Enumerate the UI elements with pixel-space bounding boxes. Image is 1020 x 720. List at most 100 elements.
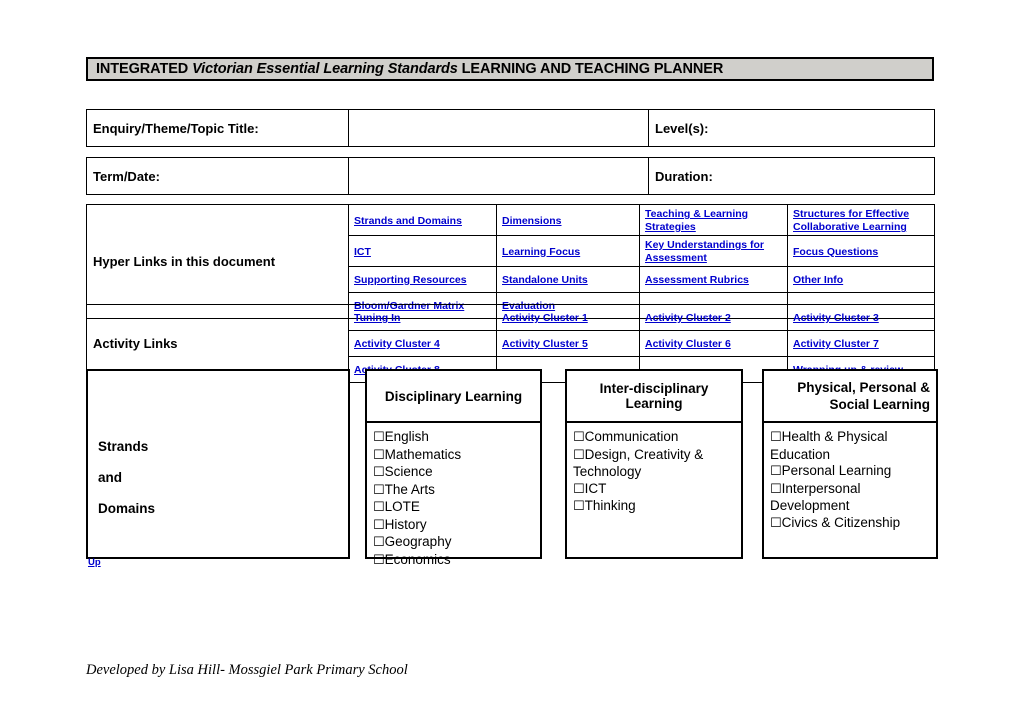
checkbox-icon[interactable]: ☐ [770,516,782,531]
link-activity-cluster-1[interactable]: Activity Cluster 1 [502,312,588,324]
link-cell[interactable]: Assessment Rubrics [639,266,788,293]
link-cell[interactable]: Focus Questions [787,235,935,267]
checkbox-icon[interactable]: ☐ [573,499,585,514]
checkbox-icon[interactable]: ☐ [373,483,385,498]
checkbox-label: Communication [584,429,679,444]
link-activity-cluster-6[interactable]: Activity Cluster 6 [645,338,731,350]
checkbox-item-english[interactable]: ☐English [373,429,540,447]
checkbox-icon[interactable]: ☐ [373,500,385,515]
link-supporting-resources[interactable]: Supporting Resources [354,274,467,286]
link-cell[interactable]: ICT [348,235,497,267]
link-cell[interactable]: Dimensions [496,204,640,236]
link-activity-cluster-4[interactable]: Activity Cluster 4 [354,338,440,350]
link-ict[interactable]: ICT [354,246,371,258]
link-cell[interactable]: Standalone Units [496,266,640,293]
checkbox-label: Civics & Citizenship [781,514,901,530]
link-cell[interactable]: Activity Cluster 6 [639,330,788,357]
link-key-understandings-assessment[interactable]: Key Understandings for Assessment [645,239,764,264]
link-cell[interactable]: Structures for Effective Collaborative L… [787,204,935,236]
checkbox-item-thinking[interactable]: ☐Thinking [573,498,741,516]
checkbox-icon[interactable]: ☐ [573,430,585,445]
physical-personal-social-learning-box: Physical, Personal & Social Learning ☐He… [762,369,938,559]
link-dimensions[interactable]: Dimensions [502,215,562,227]
checkbox-label: Design, Creativity & Technology [573,446,704,480]
link-activity-cluster-2[interactable]: Activity Cluster 2 [645,312,731,324]
link-cell[interactable]: Other Info [787,266,935,293]
checkbox-label: Thinking [584,498,636,513]
checkbox-item-interpersonal-development[interactable]: ☐Interpersonal Development [770,481,936,515]
link-standalone-units[interactable]: Standalone Units [502,274,588,286]
link-cell[interactable]: Activity Cluster 5 [496,330,640,357]
checkbox-icon[interactable]: ☐ [373,535,385,550]
checkbox-item-geography[interactable]: ☐Geography [373,534,540,552]
checkbox-icon[interactable]: ☐ [373,553,385,568]
checkbox-item-economics[interactable]: ☐Economics [373,552,540,570]
enquiry-title-field[interactable] [348,109,649,147]
checkbox-item-ict[interactable]: ☐ICT [573,481,741,499]
link-cell[interactable]: Activity Cluster 4 [348,330,497,357]
checkbox-item-design-creativity-technology[interactable]: ☐Design, Creativity & Technology [573,447,741,481]
link-focus-questions[interactable]: Focus Questions [793,246,878,258]
link-cell[interactable]: Activity Cluster 7 [787,330,935,357]
document-footer: Developed by Lisa Hill- Mossgiel Park Pr… [86,662,408,678]
checkbox-item-health-physical-education[interactable]: ☐Health & Physical Education [770,429,936,463]
link-activity-cluster-7[interactable]: Activity Cluster 7 [793,338,879,350]
link-cell[interactable]: Teaching & Learning Strategies [639,204,788,236]
strands-domains-label-box: Strands and Domains [86,369,350,559]
enquiry-info-table: Enquiry/Theme/Topic Title: Level(s): [86,109,935,147]
link-cell[interactable]: Activity Cluster 3 [787,304,935,331]
checkbox-icon[interactable]: ☐ [373,448,385,463]
link-cell[interactable]: Activity Cluster 1 [496,304,640,331]
link-cell[interactable]: Strands and Domains [348,204,497,236]
checkbox-icon[interactable]: ☐ [573,448,585,463]
up-link[interactable]: Up [88,557,101,568]
disciplinary-learning-list: ☐English ☐Mathematics ☐Science ☐The Arts… [367,423,540,569]
table-row: Hyper Links in this document Strands and… [86,204,935,319]
strands-and-domains-section: Strands and Domains Disciplinary Learnin… [86,369,938,568]
link-assessment-rubrics[interactable]: Assessment Rubrics [645,274,749,286]
link-tuning-in[interactable]: Tuning In [354,312,400,324]
link-cell[interactable]: Key Understandings for Assessment [639,235,788,267]
checkbox-icon[interactable]: ☐ [373,465,385,480]
checkbox-item-personal-learning[interactable]: ☐Personal Learning [770,463,936,481]
checkbox-item-communication[interactable]: ☐Communication [573,429,741,447]
link-activity-cluster-5[interactable]: Activity Cluster 5 [502,338,588,350]
link-cell[interactable]: Supporting Resources [348,266,497,293]
checkbox-icon[interactable]: ☐ [373,518,385,533]
document-page: INTEGRATED Victorian Essential Learning … [0,0,1020,720]
link-activity-cluster-3[interactable]: Activity Cluster 3 [793,312,879,324]
checkbox-item-civics-citizenship[interactable]: ☐Civics & Citizenship [770,515,936,533]
page-title: INTEGRATED Victorian Essential Learning … [96,61,723,77]
checkbox-label: Personal Learning [781,463,892,478]
checkbox-icon[interactable]: ☐ [770,464,782,479]
physical-heading-line-2: Social Learning [829,397,930,412]
strands-label-line-2: and [98,470,123,485]
checkbox-item-the-arts[interactable]: ☐The Arts [373,482,540,500]
physical-personal-social-list: ☐Health & Physical Education ☐Personal L… [764,423,936,532]
term-info-table: Term/Date: Duration: [86,157,935,195]
term-date-field[interactable] [348,157,649,195]
checkbox-item-science[interactable]: ☐Science [373,464,540,482]
checkbox-icon[interactable]: ☐ [373,430,385,445]
checkbox-label: Mathematics [384,446,462,462]
checkbox-icon[interactable]: ☐ [573,482,585,497]
link-cell[interactable]: Learning Focus [496,235,640,267]
checkbox-icon[interactable]: ☐ [770,430,782,445]
link-learning-focus[interactable]: Learning Focus [502,246,580,258]
physical-heading-line-1: Physical, Personal & [797,380,930,395]
link-cell[interactable]: Tuning In [348,304,497,331]
link-teaching-learning-strategies[interactable]: Teaching & Learning Strategies [645,208,748,233]
inter-disciplinary-learning-heading: Inter-disciplinary Learning [567,371,741,423]
link-other-info[interactable]: Other Info [793,274,843,286]
checkbox-label: LOTE [384,499,420,514]
checkbox-item-lote[interactable]: ☐LOTE [373,499,540,517]
checkbox-icon[interactable]: ☐ [770,482,782,497]
strands-domains-label: Strands and Domains [88,371,348,524]
title-suffix: LEARNING AND TEACHING PLANNER [457,61,724,77]
checkbox-item-mathematics[interactable]: ☐Mathematics [373,447,540,465]
link-structures-collaborative-learning[interactable]: Structures for Effective Collaborative L… [793,208,909,233]
link-strands-and-domains[interactable]: Strands and Domains [354,215,462,227]
term-date-label: Term/Date: [86,157,349,195]
link-cell[interactable]: Activity Cluster 2 [639,304,788,331]
checkbox-item-history[interactable]: ☐History [373,517,540,535]
